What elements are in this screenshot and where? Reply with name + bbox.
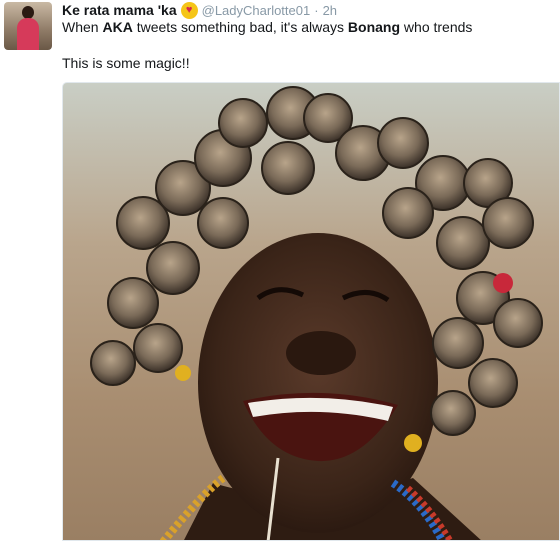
avatar-figure-body	[17, 18, 39, 50]
text-segment: who trends	[400, 19, 473, 35]
separator-dot: ·	[314, 2, 319, 18]
user-handle[interactable]: @LadyCharlotte01	[202, 3, 311, 18]
tweet-timestamp[interactable]: 2h	[323, 3, 337, 18]
photo-illustration	[90, 86, 543, 540]
text-segment: When	[62, 19, 103, 35]
tweet-text-line-2: This is some magic!!	[62, 55, 190, 71]
text-segment: tweets something bad, it's always	[132, 19, 348, 35]
tweet-header: Ke rata mama 'ka ♥ @LadyCharlotte01 · 2h	[62, 1, 337, 19]
display-name[interactable]: Ke rata mama 'ka	[62, 2, 177, 18]
bold-mention-bonang: Bonang	[347, 19, 401, 35]
tweet-media-photo[interactable]	[62, 82, 560, 541]
bold-mention-aka: AKA	[102, 19, 133, 35]
avatar[interactable]	[4, 2, 52, 50]
tweet-text-line-1: When AKA tweets something bad, it's alwa…	[62, 19, 472, 35]
heart-eyes-emoji-icon: ♥	[180, 1, 198, 19]
